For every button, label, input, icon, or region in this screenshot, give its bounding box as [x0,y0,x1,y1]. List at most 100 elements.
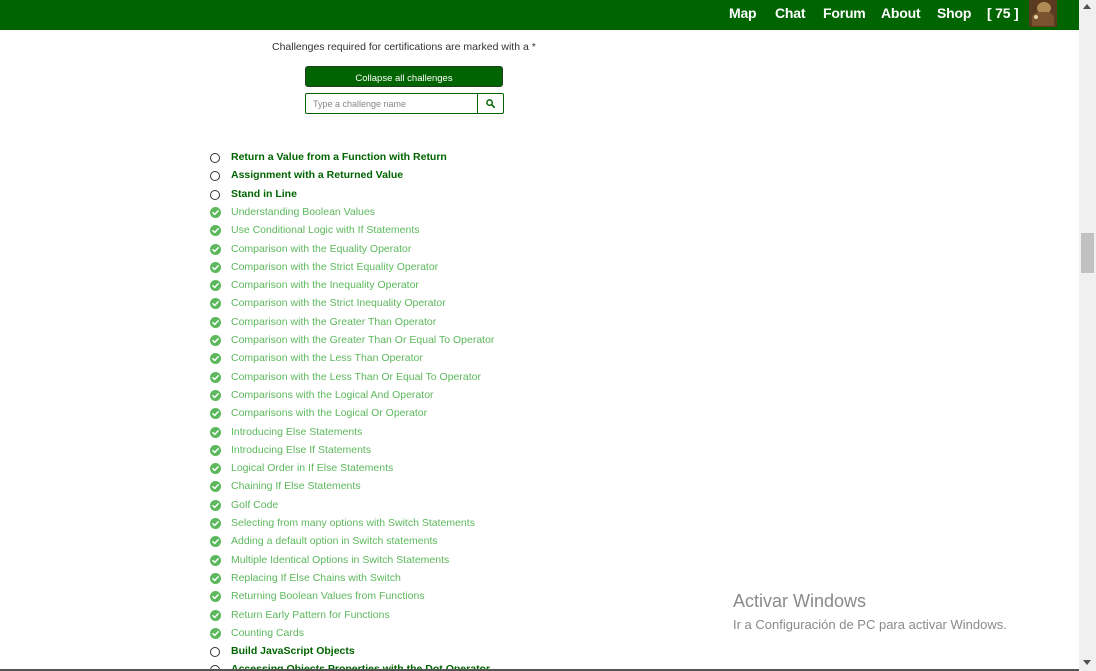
challenge-item[interactable]: Comparison with the Greater Than Operato… [210,315,610,332]
challenge-link[interactable]: Comparison with the Inequality Operator [231,278,419,293]
challenge-item[interactable]: Comparison with the Less Than Or Equal T… [210,370,610,387]
challenge-link[interactable]: Replacing If Else Chains with Switch [231,571,401,586]
check-circle-icon [210,243,221,255]
check-circle-icon [210,518,221,529]
challenge-link[interactable]: Assignment with a Returned Value [231,168,403,183]
challenge-item[interactable]: Comparison with the Less Than Operator [210,351,610,368]
challenge-link[interactable]: Logical Order in If Else Statements [231,461,393,476]
challenge-link[interactable]: Return Early Pattern for Functions [231,608,390,623]
check-circle-icon [210,371,221,383]
check-circle-icon [210,481,221,493]
challenge-link[interactable]: Comparison with the Strict Inequality Op… [231,296,446,311]
challenge-link[interactable]: Build JavaScript Objects [231,644,355,659]
check-circle-icon [210,298,221,310]
check-circle-icon [210,206,221,218]
check-circle-icon [210,389,221,401]
windows-activation-title: Activar Windows [733,591,867,611]
challenge-item[interactable]: Comparison with the Strict Inequality Op… [210,296,610,313]
challenge-link[interactable]: Comparison with the Strict Equality Oper… [231,260,438,275]
check-circle-icon [210,554,221,566]
check-circle-icon [210,572,221,584]
check-circle-icon [210,536,221,548]
challenge-link[interactable]: Understanding Boolean Values [231,205,375,220]
check-circle-icon [210,261,221,273]
check-circle-icon [210,499,221,511]
points-counter[interactable]: [ 75 ] [987,5,1019,21]
check-circle-icon [210,316,221,328]
challenge-link[interactable]: Return a Value from a Function with Retu… [231,150,447,165]
check-circle-icon [210,591,221,603]
challenge-item[interactable]: Build JavaScript Objects [210,644,610,661]
check-circle-icon [210,353,221,365]
challenge-item[interactable]: Stand in Line [210,187,610,204]
challenge-link[interactable]: Counting Cards [231,626,304,641]
challenge-link[interactable]: Comparison with the Less Than Operator [231,351,423,366]
challenge-link[interactable]: Comparison with the Equality Operator [231,242,411,257]
challenge-link[interactable]: Stand in Line [231,187,297,202]
nav-link-chat[interactable]: Chat [775,5,806,21]
challenge-item[interactable]: Replacing If Else Chains with Switch [210,571,610,588]
challenge-item[interactable]: Introducing Else If Statements [210,443,610,460]
search-icon [486,99,495,108]
nav-link-about[interactable]: About [881,5,921,21]
challenge-link[interactable]: Adding a default option in Switch statem… [231,534,438,549]
challenge-link[interactable]: Comparison with the Greater Than Operato… [231,315,436,330]
challenge-link[interactable]: Comparison with the Greater Than Or Equa… [231,333,494,348]
certification-note: Challenges required for certifications a… [272,41,536,53]
check-circle-icon [210,444,221,456]
challenge-link[interactable]: Chaining If Else Statements [231,479,361,494]
challenge-item[interactable]: Selecting from many options with Switch … [210,516,610,533]
challenge-link[interactable]: Introducing Else Statements [231,425,362,440]
scroll-thumb[interactable] [1081,233,1094,273]
challenge-item[interactable]: Comparison with the Equality Operator [210,242,610,259]
challenge-item[interactable]: Returning Boolean Values from Functions [210,589,610,606]
challenge-item[interactable]: Use Conditional Logic with If Statements [210,223,610,240]
top-navbar: Map Chat Forum About Shop [ 75 ] [0,0,1079,30]
challenge-search-input[interactable] [305,93,478,114]
challenge-item[interactable]: Return Early Pattern for Functions [210,608,610,625]
nav-link-shop[interactable]: Shop [937,5,971,21]
challenge-item[interactable]: Chaining If Else Statements [210,479,610,496]
check-circle-icon [210,408,221,420]
check-circle-icon [210,335,221,346]
challenge-item[interactable]: Golf Code [210,498,610,515]
check-circle-icon [210,463,221,475]
challenge-link[interactable]: Selecting from many options with Switch … [231,516,475,531]
challenge-item[interactable]: Counting Cards [210,626,610,643]
challenge-item[interactable]: Introducing Else Statements [210,425,610,442]
challenge-item[interactable]: Logical Order in If Else Statements [210,461,610,478]
nav-link-forum[interactable]: Forum [823,5,866,21]
challenge-item[interactable]: Return a Value from a Function with Retu… [210,150,610,167]
page-scrollbar[interactable] [1079,0,1096,671]
check-circle-icon [210,627,221,639]
challenge-item[interactable]: Understanding Boolean Values [210,205,610,222]
challenge-link[interactable]: Multiple Identical Options in Switch Sta… [231,553,449,568]
empty-circle-icon [210,171,220,182]
search-button[interactable] [477,93,504,114]
challenge-link[interactable]: Introducing Else If Statements [231,443,371,458]
challenge-link[interactable]: Returning Boolean Values from Functions [231,589,425,604]
challenge-link[interactable]: Comparisons with the Logical And Operato… [231,388,434,403]
challenge-item[interactable]: Comparison with the Inequality Operator [210,278,610,295]
challenge-link[interactable]: Comparison with the Less Than Or Equal T… [231,370,481,385]
challenge-item[interactable]: Assignment with a Returned Value [210,168,610,185]
challenge-link[interactable]: Comparisons with the Logical Or Operator [231,406,427,421]
scroll-down-arrow-icon[interactable] [1083,660,1091,665]
empty-circle-icon [210,647,220,658]
check-circle-icon [210,426,221,438]
challenge-link[interactable]: Use Conditional Logic with If Statements [231,223,420,238]
challenge-item[interactable]: Comparisons with the Logical And Operato… [210,388,610,405]
check-circle-icon [210,609,221,621]
challenge-item[interactable]: Comparison with the Strict Equality Oper… [210,260,610,277]
challenge-item[interactable]: Multiple Identical Options in Switch Sta… [210,553,610,570]
challenge-item[interactable]: Adding a default option in Switch statem… [210,534,610,551]
nav-link-map[interactable]: Map [729,5,757,21]
challenge-item[interactable]: Comparison with the Greater Than Or Equa… [210,333,610,350]
collapse-all-button[interactable]: Collapse all challenges [305,66,503,87]
scroll-up-arrow-icon[interactable] [1083,4,1091,9]
challenge-link[interactable]: Golf Code [231,498,278,513]
avatar[interactable] [1029,0,1057,27]
empty-circle-icon [210,189,220,200]
challenge-list: Return a Value from a Function with Retu… [0,148,1079,671]
challenge-item[interactable]: Comparisons with the Logical Or Operator [210,406,610,423]
